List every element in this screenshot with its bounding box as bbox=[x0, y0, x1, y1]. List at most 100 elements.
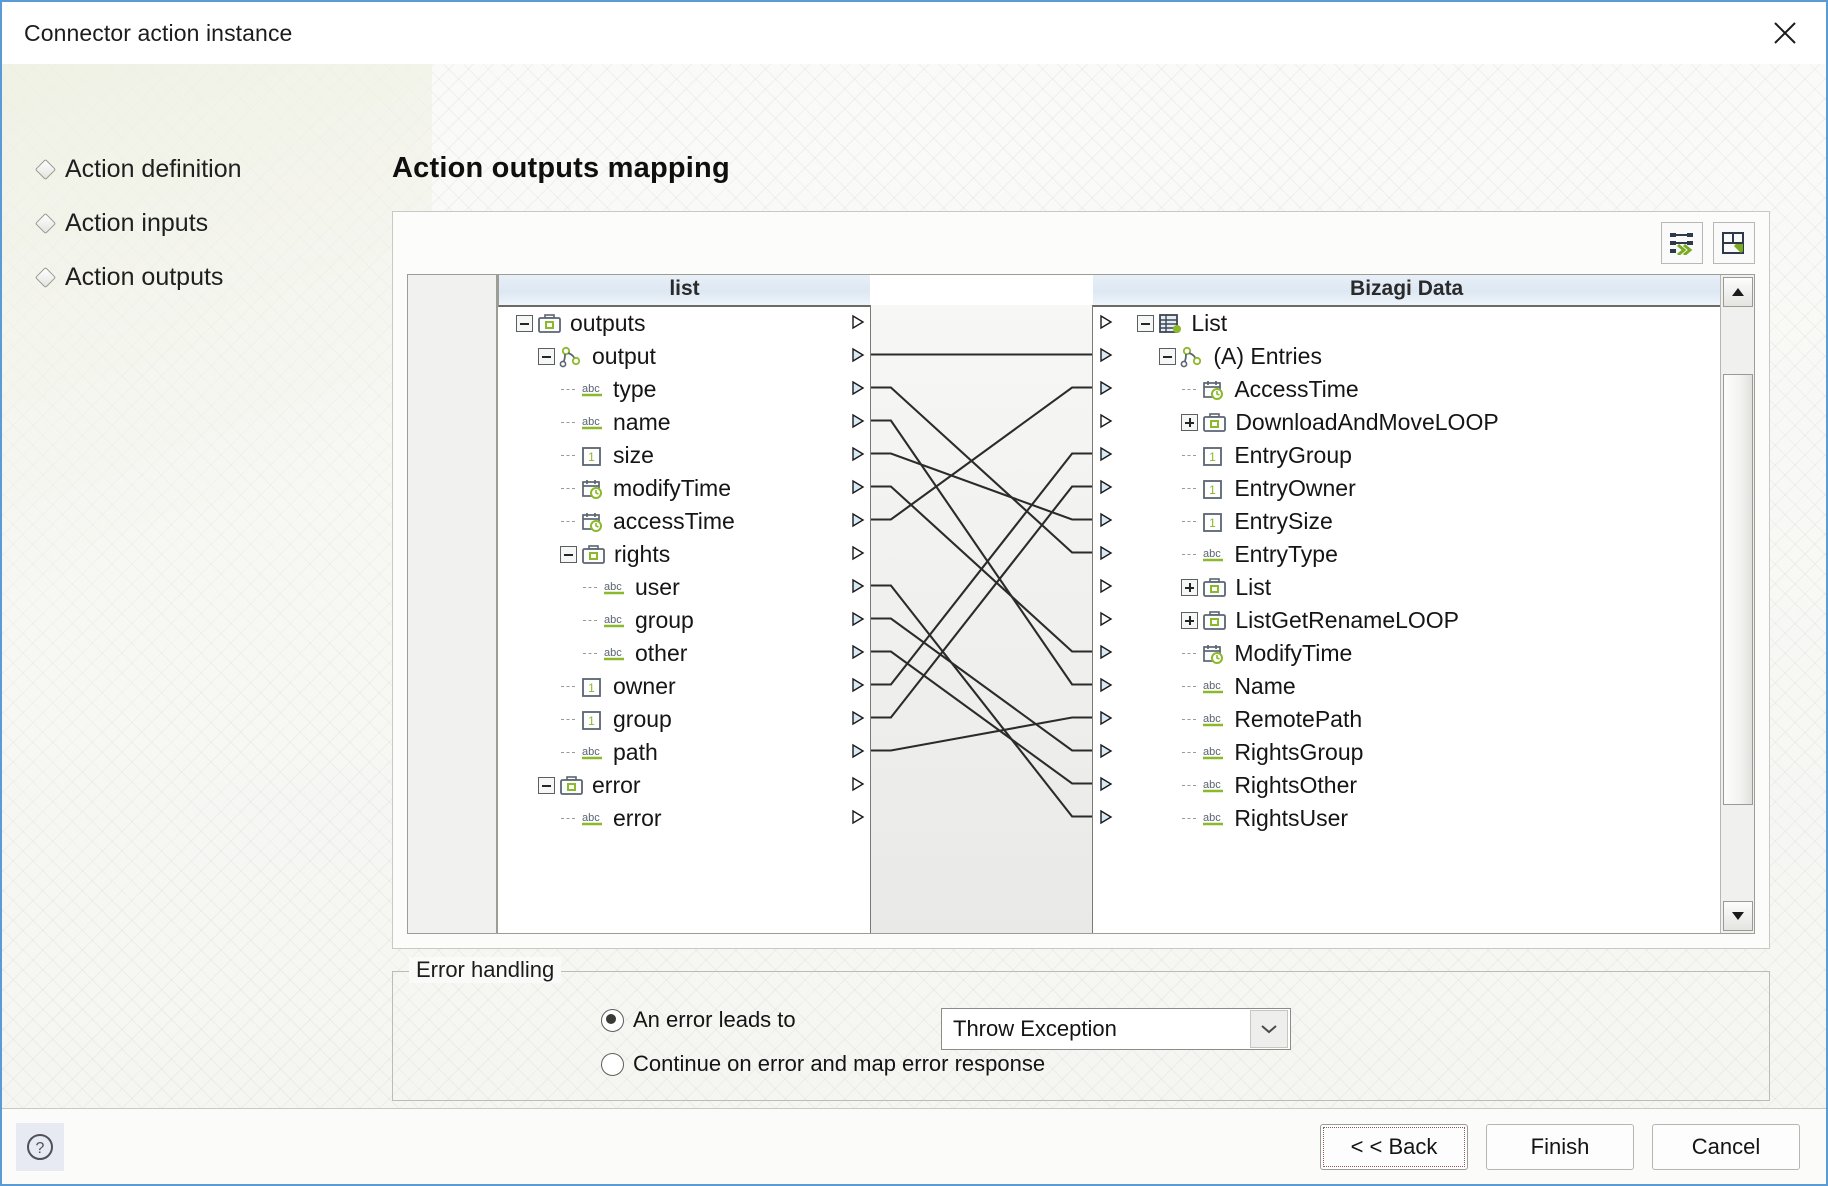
tree-row[interactable]: List bbox=[1119, 571, 1720, 604]
mapping-port[interactable] bbox=[845, 602, 870, 635]
tree-row[interactable]: error bbox=[498, 769, 870, 802]
tree-row[interactable]: abc type bbox=[498, 373, 870, 406]
tree-row[interactable]: 1 EntrySize bbox=[1119, 505, 1720, 538]
mapping-port[interactable] bbox=[845, 635, 870, 668]
mapping-port[interactable] bbox=[1093, 602, 1119, 635]
close-icon[interactable] bbox=[1762, 10, 1808, 56]
tree-row[interactable]: ListGetRenameLOOP bbox=[1119, 604, 1720, 637]
mapping-port[interactable] bbox=[845, 371, 870, 404]
tree-row[interactable]: abc EntryType bbox=[1119, 538, 1720, 571]
expander-collapse[interactable] bbox=[538, 348, 555, 365]
mapping-port[interactable] bbox=[845, 668, 870, 701]
tree-row[interactable]: outputs bbox=[498, 307, 870, 340]
mapping-port[interactable] bbox=[845, 569, 870, 602]
sidebar-item-action-outputs[interactable]: Action outputs bbox=[34, 250, 392, 304]
tree-row[interactable]: abc RightsOther bbox=[1119, 769, 1720, 802]
mapping-port[interactable] bbox=[1093, 734, 1119, 767]
sidebar-item-label: Action inputs bbox=[65, 208, 209, 237]
mapping-port[interactable] bbox=[1093, 800, 1119, 833]
expander-expand[interactable] bbox=[1181, 612, 1199, 629]
tree-guide bbox=[560, 513, 580, 530]
mapping-port[interactable] bbox=[845, 305, 870, 338]
mapping-port[interactable] bbox=[1093, 701, 1119, 734]
expander-collapse[interactable] bbox=[1159, 348, 1177, 365]
tree-row[interactable]: abc Name bbox=[1119, 670, 1720, 703]
tree-row[interactable]: abc error bbox=[498, 802, 870, 835]
radio-an-error-leads-to[interactable] bbox=[601, 1008, 624, 1032]
abc-icon: abc bbox=[1201, 808, 1226, 830]
tree-row[interactable]: abc RightsUser bbox=[1119, 802, 1720, 835]
mapping-port[interactable] bbox=[1093, 767, 1119, 800]
scroll-down-icon[interactable] bbox=[1722, 901, 1753, 931]
vertical-scrollbar[interactable] bbox=[1720, 275, 1754, 933]
tree-row[interactable]: 1 EntryGroup bbox=[1119, 439, 1720, 472]
error-action-dropdown[interactable]: Throw Exception bbox=[941, 1008, 1291, 1050]
mapping-port[interactable] bbox=[1093, 305, 1119, 338]
mapping-port[interactable] bbox=[1093, 536, 1119, 569]
back-button[interactable]: < < Back bbox=[1320, 1123, 1468, 1170]
scroll-up-icon[interactable] bbox=[1722, 277, 1753, 307]
mapping-port[interactable] bbox=[1093, 569, 1119, 602]
tree-row[interactable]: DownloadAndMoveLOOP bbox=[1119, 406, 1720, 439]
tree-row[interactable]: 1 owner bbox=[498, 670, 870, 703]
mapping-port[interactable] bbox=[1093, 404, 1119, 437]
sidebar-item-label: Action outputs bbox=[65, 262, 224, 291]
sidebar-item-action-definition[interactable]: Action definition bbox=[34, 142, 392, 196]
expander-collapse[interactable] bbox=[516, 315, 533, 332]
mapping-port[interactable] bbox=[1093, 371, 1119, 404]
expander-collapse[interactable] bbox=[560, 546, 577, 563]
tree-row[interactable]: ModifyTime bbox=[1119, 637, 1720, 670]
mapping-port[interactable] bbox=[1093, 437, 1119, 470]
tree-row[interactable]: abc name bbox=[498, 406, 870, 439]
sidebar-item-action-inputs[interactable]: Action inputs bbox=[34, 196, 392, 250]
mapping-port[interactable] bbox=[845, 503, 870, 536]
mapping-port[interactable] bbox=[845, 338, 870, 371]
mapping-port[interactable] bbox=[1093, 503, 1119, 536]
tree-row[interactable]: abc user bbox=[498, 571, 870, 604]
tree-row[interactable]: output bbox=[498, 340, 870, 373]
mapping-port[interactable] bbox=[845, 470, 870, 503]
mapping-port[interactable] bbox=[845, 701, 870, 734]
tree-row[interactable]: abc group bbox=[498, 604, 870, 637]
tree-row[interactable]: abc path bbox=[498, 736, 870, 769]
dialog-body: Action definition Action inputs Action o… bbox=[2, 64, 1826, 1108]
tree-row[interactable]: rights bbox=[498, 538, 870, 571]
mapping-port[interactable] bbox=[1093, 470, 1119, 503]
tree-row[interactable]: 1 size bbox=[498, 439, 870, 472]
mapping-port[interactable] bbox=[1093, 668, 1119, 701]
radio-continue-on-error[interactable] bbox=[601, 1052, 624, 1076]
mapping-port[interactable] bbox=[845, 536, 870, 569]
mapping-port[interactable] bbox=[1093, 338, 1119, 371]
expander-expand[interactable] bbox=[1181, 414, 1199, 431]
tree-row[interactable]: 1 EntryOwner bbox=[1119, 472, 1720, 505]
expander-collapse[interactable] bbox=[538, 777, 555, 794]
scrollbar-thumb[interactable] bbox=[1722, 373, 1753, 805]
tree-row[interactable]: (A) Entries bbox=[1119, 340, 1720, 373]
save-layout-icon[interactable] bbox=[1713, 222, 1755, 264]
mapping-port[interactable] bbox=[845, 800, 870, 833]
svg-text:1: 1 bbox=[1209, 516, 1216, 530]
expander-expand[interactable] bbox=[1181, 579, 1199, 596]
tree-row[interactable]: abc RightsGroup bbox=[1119, 736, 1720, 769]
scrollbar-track[interactable] bbox=[1722, 309, 1753, 899]
mapping-port[interactable] bbox=[845, 734, 870, 767]
expander-collapse[interactable] bbox=[1137, 315, 1155, 332]
tree-row-label: rights bbox=[614, 541, 671, 567]
tree-row-label: AccessTime bbox=[1234, 376, 1359, 402]
tree-row[interactable]: abc RemotePath bbox=[1119, 703, 1720, 736]
auto-map-icon[interactable] bbox=[1661, 222, 1703, 264]
tree-row[interactable]: abc other bbox=[498, 637, 870, 670]
tree-row[interactable]: modifyTime bbox=[498, 472, 870, 505]
tree-row[interactable]: 1 group bbox=[498, 703, 870, 736]
tree-row[interactable]: AccessTime bbox=[1119, 373, 1720, 406]
finish-button[interactable]: Finish bbox=[1486, 1123, 1634, 1170]
mapping-port[interactable] bbox=[845, 767, 870, 800]
mapping-port[interactable] bbox=[845, 437, 870, 470]
tree-row[interactable]: accessTime bbox=[498, 505, 870, 538]
help-icon[interactable]: ? bbox=[16, 1122, 64, 1171]
cancel-button[interactable]: Cancel bbox=[1652, 1123, 1800, 1170]
mapping-port[interactable] bbox=[845, 404, 870, 437]
chevron-down-icon[interactable] bbox=[1250, 1010, 1288, 1048]
tree-row[interactable]: List bbox=[1119, 307, 1720, 340]
mapping-port[interactable] bbox=[1093, 635, 1119, 668]
